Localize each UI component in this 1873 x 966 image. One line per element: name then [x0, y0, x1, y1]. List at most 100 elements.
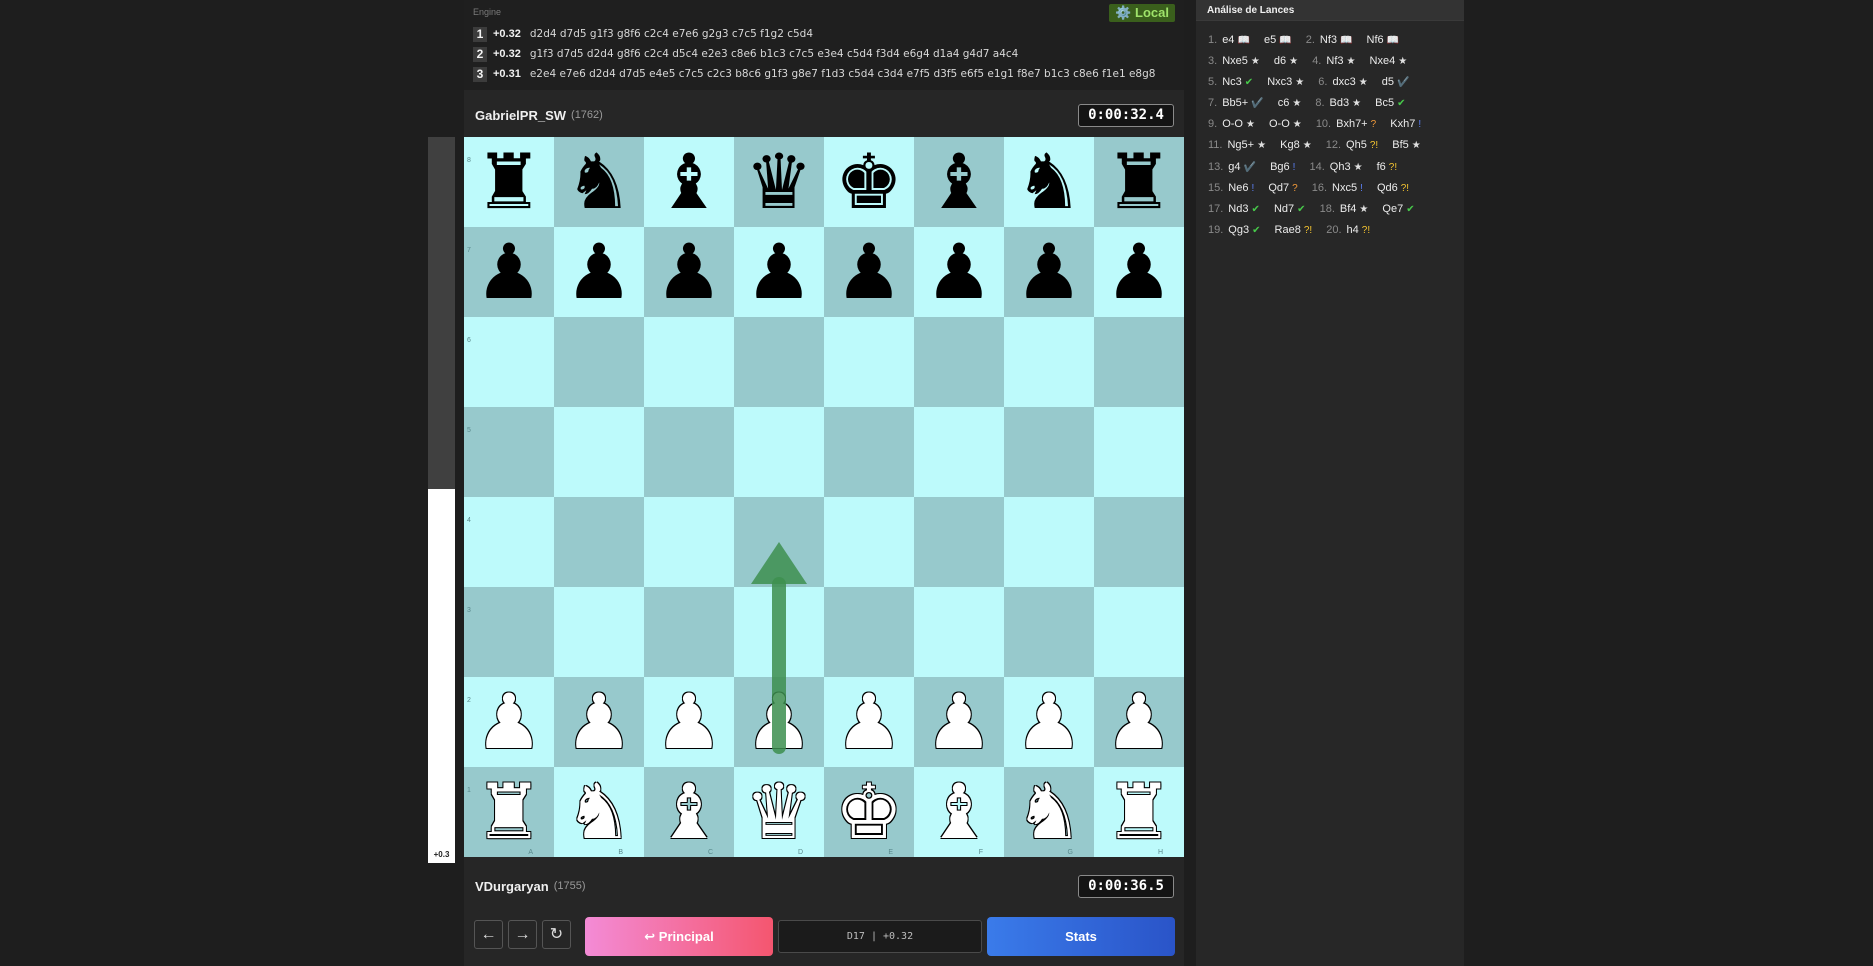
move-item[interactable]: Bf4 ★	[1340, 203, 1368, 215]
board-square[interactable]	[1094, 317, 1184, 407]
move-item[interactable]: Rae8?!	[1275, 224, 1313, 236]
move-item[interactable]: Kg8 ★	[1280, 139, 1312, 151]
move-item[interactable]: Bb5+ ✔️	[1222, 97, 1263, 109]
white-knight-icon[interactable]: ♞	[1004, 767, 1094, 857]
white-bishop-icon[interactable]: ♝	[914, 767, 1004, 857]
board-square[interactable]	[644, 497, 734, 587]
white-pawn-icon[interactable]: ♟	[464, 677, 554, 767]
move-item[interactable]: Qe7 ✔	[1382, 203, 1414, 215]
pv-line-2[interactable]: 2 +0.32 g1f3 d7d5 d2d4 g8f6 c2c4 d5c4 e2…	[473, 45, 1018, 63]
move-item[interactable]: Nc3 ✔	[1222, 76, 1253, 88]
board-square[interactable]	[644, 587, 734, 677]
move-item[interactable]: Nf3 📖	[1320, 34, 1353, 46]
black-queen-icon[interactable]: ♛	[734, 137, 824, 227]
board-square[interactable]	[914, 317, 1004, 407]
white-bishop-icon[interactable]: ♝	[644, 767, 734, 857]
black-bishop-icon[interactable]: ♝	[644, 137, 734, 227]
board-square[interactable]	[734, 497, 824, 587]
board-square[interactable]	[914, 407, 1004, 497]
black-rook-icon[interactable]: ♜	[1094, 137, 1184, 227]
black-pawn-icon[interactable]: ♟	[1094, 227, 1184, 317]
white-pawn-icon[interactable]: ♟	[644, 677, 734, 767]
principal-button[interactable]: ↩ Principal	[585, 917, 773, 956]
board-square[interactable]	[914, 497, 1004, 587]
move-item[interactable]: dxc3 ★	[1332, 76, 1367, 88]
board-square[interactable]	[1004, 587, 1094, 677]
move-item[interactable]: Bf5 ★	[1392, 139, 1420, 151]
move-item[interactable]: Nxc5!	[1332, 182, 1363, 194]
board-square[interactable]	[554, 317, 644, 407]
black-pawn-icon[interactable]: ♟	[1004, 227, 1094, 317]
black-pawn-icon[interactable]: ♟	[554, 227, 644, 317]
board-square[interactable]	[1004, 497, 1094, 587]
move-item[interactable]: Qh3 ★	[1330, 161, 1363, 173]
white-pawn-icon[interactable]: ♟	[554, 677, 644, 767]
board-square[interactable]: 6	[464, 317, 554, 407]
black-rook-icon[interactable]: ♜	[464, 137, 554, 227]
board-square[interactable]	[1094, 407, 1184, 497]
move-item[interactable]: O-O ★	[1269, 118, 1302, 130]
move-item[interactable]: Bc5 ✔	[1375, 97, 1405, 109]
black-pawn-icon[interactable]: ♟	[464, 227, 554, 317]
board-square[interactable]	[554, 497, 644, 587]
stats-button[interactable]: Stats	[987, 917, 1175, 956]
board-square[interactable]	[734, 407, 824, 497]
white-queen-icon[interactable]: ♛	[734, 767, 824, 857]
white-rook-icon[interactable]: ♜	[1094, 767, 1184, 857]
board-square[interactable]: 4	[464, 497, 554, 587]
board-square[interactable]	[554, 407, 644, 497]
move-item[interactable]: Kxh7!	[1390, 118, 1421, 130]
black-pawn-icon[interactable]: ♟	[824, 227, 914, 317]
pv-line-3[interactable]: 3 +0.31 e2e4 e7e6 d2d4 d7d5 e4e5 c7c5 c2…	[473, 65, 1155, 83]
move-item[interactable]: Nxc3 ★	[1267, 76, 1304, 88]
black-pawn-icon[interactable]: ♟	[644, 227, 734, 317]
board-square[interactable]	[734, 317, 824, 407]
move-item[interactable]: c6 ★	[1278, 97, 1302, 109]
board-square[interactable]	[734, 587, 824, 677]
move-item[interactable]: f6?!	[1377, 161, 1398, 173]
board-square[interactable]	[914, 587, 1004, 677]
move-item[interactable]: d6 ★	[1274, 55, 1298, 67]
white-pawn-icon[interactable]: ♟	[914, 677, 1004, 767]
move-item[interactable]: Qh5?!	[1346, 139, 1378, 151]
white-pawn-icon[interactable]: ♟	[1094, 677, 1184, 767]
move-item[interactable]: Qd6?!	[1377, 182, 1409, 194]
white-rook-icon[interactable]: ♜	[464, 767, 554, 857]
black-pawn-icon[interactable]: ♟	[734, 227, 824, 317]
board-square[interactable]	[644, 317, 734, 407]
move-item[interactable]: Bxh7+?	[1336, 118, 1376, 130]
move-item[interactable]: Bg6!	[1270, 161, 1295, 173]
white-king-icon[interactable]: ♚	[824, 767, 914, 857]
move-item[interactable]: h4?!	[1347, 224, 1371, 236]
local-engine-badge[interactable]: ⚙️ Local	[1109, 4, 1175, 22]
black-pawn-icon[interactable]: ♟	[914, 227, 1004, 317]
board-square[interactable]	[644, 407, 734, 497]
board-square[interactable]	[1004, 407, 1094, 497]
reset-button[interactable]: ↻	[542, 920, 571, 949]
move-item[interactable]: Nxe5 ★	[1222, 55, 1260, 67]
board-square[interactable]	[554, 587, 644, 677]
move-item[interactable]: Qd7?	[1268, 182, 1297, 194]
move-item[interactable]: e5 📖	[1264, 34, 1292, 46]
move-item[interactable]: Nd3 ✔	[1228, 203, 1260, 215]
board-square[interactable]	[1094, 587, 1184, 677]
forward-arrow-button[interactable]: →	[508, 920, 537, 949]
back-arrow-button[interactable]: ←	[474, 920, 503, 949]
move-item[interactable]: Bd3 ★	[1330, 97, 1362, 109]
move-item[interactable]: Ne6!	[1228, 182, 1254, 194]
move-item[interactable]: Ng5+ ★	[1227, 139, 1266, 151]
move-item[interactable]: g4 ✔️	[1228, 161, 1256, 173]
white-pawn-icon[interactable]: ♟	[734, 677, 824, 767]
board-square[interactable]	[1004, 317, 1094, 407]
board-square[interactable]	[824, 497, 914, 587]
move-item[interactable]: d5 ✔️	[1382, 76, 1410, 88]
chess-board[interactable]: 8 ♜ ♞ ♝ ♛ ♚ ♝ ♞ ♜ 7 ♟ ♟ ♟ ♟ ♟ ♟ ♟ ♟ 6 5 4 3 2 ♟ ♟ ♟ ♟ ♟ ♟ ♟ ♟ 1 A ♜ B ♞ C ♝ D ♛…	[464, 137, 1184, 857]
white-pawn-icon[interactable]: ♟	[1004, 677, 1094, 767]
white-pawn-icon[interactable]: ♟	[824, 677, 914, 767]
move-item[interactable]: Nd7 ✔	[1274, 203, 1306, 215]
black-knight-icon[interactable]: ♞	[1004, 137, 1094, 227]
pv-line-1[interactable]: 1 +0.32 d2d4 d7d5 g1f3 g8f6 c2c4 e7e6 g2…	[473, 25, 813, 43]
move-item[interactable]: Nf3 ★	[1326, 55, 1355, 67]
move-item[interactable]: Nf6 📖	[1367, 34, 1400, 46]
board-square[interactable]	[824, 407, 914, 497]
